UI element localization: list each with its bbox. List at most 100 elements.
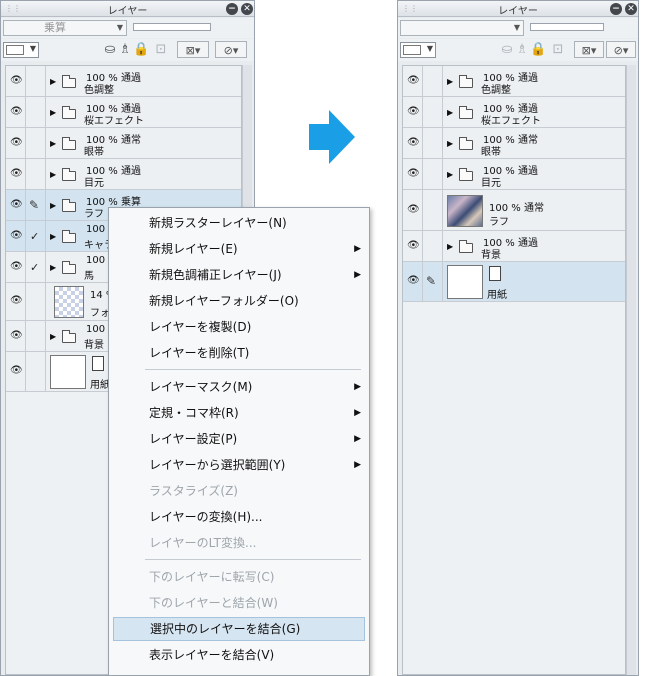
edit-state-cell[interactable] [423, 190, 443, 230]
eye-icon[interactable]: 👁 [407, 168, 420, 179]
edit-state-cell[interactable] [423, 128, 443, 158]
visibility-cell[interactable]: 👁 [403, 66, 423, 96]
layer-row[interactable]: 👁 ▶ 100 % 通過 桜エフェクト [6, 97, 241, 128]
panel-titlebar[interactable]: ⋮⋮ レイヤー − ✕ [1, 1, 254, 17]
visibility-cell[interactable]: 👁 [403, 231, 423, 261]
close-button[interactable]: ✕ [625, 3, 637, 15]
scrollbar[interactable] [626, 65, 636, 675]
edit-state-cell[interactable] [423, 97, 443, 127]
visibility-cell[interactable]: 👁 [6, 128, 26, 158]
expand-triangle-icon[interactable]: ▶ [50, 108, 56, 117]
edit-state-cell[interactable] [423, 66, 443, 96]
lock-transparent-icon[interactable]: ⊡ [149, 41, 173, 58]
eye-icon[interactable]: 👁 [10, 106, 23, 117]
expand-triangle-icon[interactable]: ▶ [50, 139, 56, 148]
opacity-slider[interactable] [133, 23, 211, 31]
expand-triangle-icon[interactable]: ▶ [447, 139, 453, 148]
visibility-cell[interactable]: 👁 [6, 97, 26, 127]
visibility-cell[interactable]: 👁 [6, 159, 26, 189]
menu-item[interactable]: 選択中のレイヤーを結合(G) [113, 617, 365, 641]
menu-item[interactable]: 表示レイヤーを結合(V) [113, 643, 365, 667]
edit-state-cell[interactable] [423, 159, 443, 189]
visibility-cell[interactable]: 👁 [403, 190, 423, 230]
menu-item[interactable]: レイヤーマスク(M) ▶ [113, 375, 365, 399]
eye-icon[interactable]: 👁 [10, 365, 23, 376]
draft-icon[interactable]: ⊘▾ [215, 41, 247, 58]
edit-state-cell[interactable]: ✎ [26, 190, 46, 220]
eye-icon[interactable]: 👁 [10, 261, 23, 272]
layer-row[interactable]: 👁 ▶ 100 % 通常 眼帯 [403, 128, 625, 159]
lock-icon[interactable]: 🔒 [133, 41, 149, 58]
menu-item[interactable]: レイヤーを複製(D) [113, 315, 365, 339]
eye-icon[interactable]: 👁 [10, 75, 23, 86]
layer-row[interactable]: 👁 ▶ 100 % 通常 眼帯 [6, 128, 241, 159]
lock-transparent-icon[interactable]: ⊡ [546, 41, 570, 58]
eye-icon[interactable]: 👁 [10, 199, 23, 210]
expand-triangle-icon[interactable]: ▶ [447, 77, 453, 86]
eye-icon[interactable]: 👁 [407, 275, 420, 286]
panel-titlebar[interactable]: ⋮⋮ レイヤー − ✕ [398, 1, 638, 17]
menu-item[interactable]: 新規色調補正レイヤー(J) ▶ [113, 263, 365, 287]
visibility-cell[interactable]: 👁 [403, 128, 423, 158]
menu-item[interactable]: レイヤーを削除(T) [113, 341, 365, 365]
visibility-cell[interactable]: 👁 [6, 321, 26, 351]
menu-item[interactable]: 新規ラスターレイヤー(N) [113, 211, 365, 235]
menu-item[interactable]: レイヤーから選択範囲(Y) ▶ [113, 453, 365, 477]
reference-icon[interactable]: ♗ [516, 41, 528, 58]
opacity-slider[interactable] [530, 23, 604, 31]
blend-mode-select[interactable]: ▼ [400, 20, 524, 36]
expand-triangle-icon[interactable]: ▶ [50, 332, 56, 341]
visibility-cell[interactable]: 👁 [6, 252, 26, 282]
expand-triangle-icon[interactable]: ▶ [50, 77, 56, 86]
visibility-cell[interactable]: 👁 [403, 159, 423, 189]
eye-icon[interactable]: 👁 [10, 168, 23, 179]
edit-state-cell[interactable] [26, 97, 46, 127]
close-button[interactable]: ✕ [241, 3, 253, 15]
expand-triangle-icon[interactable]: ▶ [50, 263, 56, 272]
edit-state-cell[interactable] [26, 321, 46, 351]
expand-triangle-icon[interactable]: ▶ [447, 108, 453, 117]
reference-icon[interactable]: ♗ [119, 41, 131, 58]
lock-icon[interactable]: 🔒 [530, 41, 546, 58]
layer-row[interactable]: 👁 ▶ 100 % 通過 目元 [403, 159, 625, 190]
menu-item[interactable]: 定規・コマ枠(R) ▶ [113, 401, 365, 425]
eye-icon[interactable]: 👁 [10, 230, 23, 241]
mask-icon[interactable]: ⛀ [103, 41, 117, 58]
visibility-cell[interactable]: 👁 [6, 190, 26, 220]
eye-icon[interactable]: 👁 [407, 204, 420, 215]
edit-state-cell[interactable] [26, 66, 46, 96]
eye-icon[interactable]: 👁 [407, 106, 420, 117]
visibility-cell[interactable]: 👁 [403, 97, 423, 127]
eye-icon[interactable]: 👁 [407, 75, 420, 86]
visibility-cell[interactable]: 👁 [6, 352, 26, 391]
visibility-cell[interactable]: 👁 [6, 66, 26, 96]
menu-item[interactable]: レイヤーの変換(H)... [113, 505, 365, 529]
minimize-button[interactable]: − [226, 3, 238, 15]
expression-color-select[interactable]: ▼ [3, 42, 39, 58]
edit-state-cell[interactable] [26, 352, 46, 391]
edit-state-cell[interactable]: ✎ [423, 262, 443, 301]
visibility-cell[interactable]: 👁 [403, 262, 423, 301]
menu-item[interactable]: 新規レイヤーフォルダー(O) [113, 289, 365, 313]
eye-icon[interactable]: 👁 [10, 137, 23, 148]
layer-row[interactable]: 👁 ▶ 100 % 通過 色調整 [403, 66, 625, 97]
expand-triangle-icon[interactable]: ▶ [447, 242, 453, 251]
layer-row[interactable]: 👁 100 % 通常 ラフ [403, 190, 625, 231]
layer-row[interactable]: 👁 ▶ 100 % 通過 色調整 [6, 66, 241, 97]
draft-icon[interactable]: ⊘▾ [606, 41, 636, 58]
expand-triangle-icon[interactable]: ▶ [50, 201, 56, 210]
eye-icon[interactable]: 👁 [10, 330, 23, 341]
edit-state-cell[interactable] [26, 159, 46, 189]
menu-item[interactable]: 新規レイヤー(E) ▶ [113, 237, 365, 261]
layer-row[interactable]: 👁 ▶ 100 % 通過 桜エフェクト [403, 97, 625, 128]
layer-row[interactable]: 👁 ▶ 100 % 通過 背景 [403, 231, 625, 262]
blend-mode-select[interactable]: 乗算 ▼ [3, 20, 127, 36]
eye-icon[interactable]: 👁 [10, 295, 23, 306]
edit-state-cell[interactable]: ✓ [26, 221, 46, 251]
clip-icon[interactable]: ⊠▾ [574, 41, 604, 58]
visibility-cell[interactable]: 👁 [6, 283, 26, 320]
layer-row[interactable]: 👁 ✎ 用紙 [403, 262, 625, 302]
visibility-cell[interactable]: 👁 [6, 221, 26, 251]
minimize-button[interactable]: − [610, 3, 622, 15]
eye-icon[interactable]: 👁 [407, 240, 420, 251]
